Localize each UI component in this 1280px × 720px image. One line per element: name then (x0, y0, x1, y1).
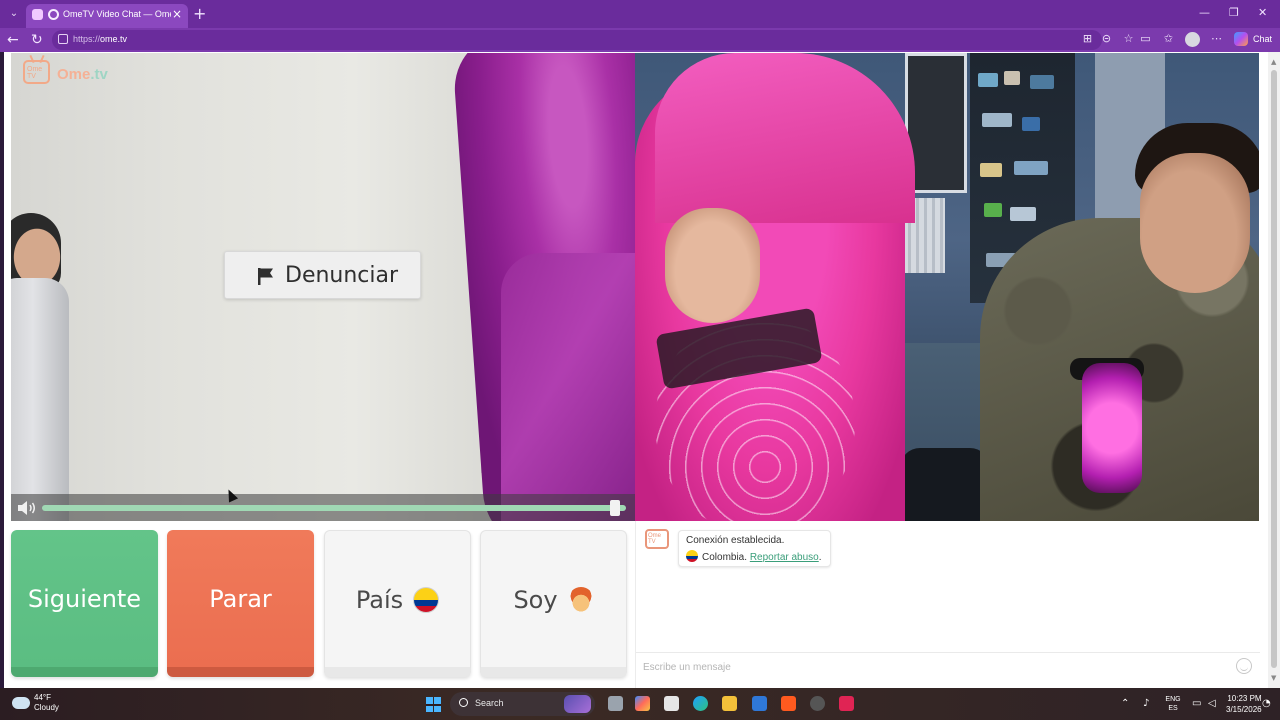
file-explorer-icon[interactable] (722, 696, 737, 711)
country-button-label: País (355, 586, 404, 614)
brave-browser-icon[interactable] (781, 696, 796, 711)
tiktok-icon[interactable] (839, 696, 854, 711)
outlook-icon[interactable] (752, 696, 767, 711)
taskbar-clock[interactable]: 10:23 PM 3/15/2026 (1226, 693, 1262, 715)
browser-toolbar: ← ↻ https://ome.tv ⊞ ⊝ ☆ ▭ ✩ ⋯ Chat (0, 28, 1280, 52)
country-filter-button[interactable]: País (324, 530, 471, 677)
partner-country: Colombia. (702, 552, 748, 563)
connection-status-text: Conexión establecida. (686, 535, 785, 546)
ometv-system-avatar-icon: Ome TV (645, 529, 669, 549)
speaker-icon[interactable] (17, 500, 37, 516)
new-tab-plus-icon[interactable]: + (193, 4, 206, 23)
tracking-prevention-icon[interactable]: ⊝ (1100, 32, 1113, 45)
emoji-smiley-icon[interactable] (1236, 658, 1252, 674)
notification-bell-icon[interactable]: ◔ (1262, 698, 1271, 709)
self-video (635, 53, 1259, 521)
stop-button-label: Parar (209, 585, 272, 613)
report-button[interactable]: Denunciar (224, 251, 421, 299)
input-language[interactable]: ENG ES (1163, 695, 1183, 713)
site-info-icon[interactable] (58, 34, 68, 44)
weather-widget[interactable]: 44°F Cloudy (34, 693, 59, 713)
store-icon[interactable] (664, 696, 679, 711)
volume-icon[interactable]: ◁ (1208, 698, 1216, 709)
next-button[interactable]: Siguiente (11, 530, 158, 677)
message-composer (636, 652, 1260, 680)
scrollbar-thumb[interactable] (1271, 70, 1277, 668)
copilot-icon[interactable] (1234, 32, 1248, 46)
browser-titlebar: ⌄ OmeTV Video Chat — Omegle × + — ❐ ✕ (0, 0, 1280, 28)
ometv-tv-icon: Ome TV (23, 54, 50, 84)
gender-button-label: Soy (513, 586, 558, 614)
boy-emoji-icon (567, 587, 594, 613)
tab-title: OmeTV Video Chat — Omegle (63, 9, 171, 19)
address-bar[interactable]: https://ome.tv (52, 30, 1102, 50)
refresh-icon[interactable]: ↻ (31, 32, 43, 48)
cloud-weather-icon[interactable] (12, 697, 30, 709)
profile-avatar[interactable] (1185, 32, 1200, 47)
back-arrow-icon[interactable]: ← (7, 32, 19, 48)
minimize-icon[interactable]: — (1199, 6, 1210, 19)
chat-panel: Ome TV Conexión establecida. Colombia. R… (635, 521, 1260, 688)
favorites-icon[interactable]: ✩ (1162, 32, 1175, 45)
chrome-icon[interactable] (810, 696, 825, 711)
search-icon (459, 698, 468, 707)
next-button-label: Siguiente (27, 585, 142, 613)
message-input[interactable] (643, 659, 1223, 675)
scroll-up-arrow-icon[interactable]: ▲ (1271, 58, 1276, 66)
copilot-app-icon[interactable] (635, 696, 650, 711)
browser-tab-ometv[interactable]: OmeTV Video Chat — Omegle × (26, 4, 188, 28)
colombia-flag-icon (686, 550, 698, 562)
volume-slider-handle[interactable] (610, 500, 621, 516)
network-icon[interactable]: ▭ (1192, 698, 1201, 709)
colombia-flag-icon (413, 587, 440, 613)
address-url[interactable]: https://ome.tv (73, 34, 127, 44)
task-view-icon[interactable] (608, 696, 623, 711)
show-hidden-icons-chevron-icon[interactable]: ⌃ (1121, 698, 1129, 709)
tab-close-icon[interactable]: × (172, 7, 182, 21)
windows-start-icon[interactable] (426, 697, 441, 712)
more-options-icon[interactable]: ⋯ (1210, 32, 1223, 45)
report-abuse-link[interactable]: Reportar abuso (750, 552, 819, 563)
tab-favicon-icon (48, 9, 59, 20)
split-screen-icon[interactable]: ▭ (1139, 32, 1152, 45)
search-highlight-icon (564, 695, 591, 713)
app-available-icon[interactable]: ⊞ (1081, 32, 1094, 45)
volume-bar (11, 494, 635, 521)
edge-browser-icon[interactable] (693, 696, 708, 711)
volume-slider[interactable] (42, 505, 626, 511)
report-button-label: Denunciar (285, 263, 399, 288)
windows-taskbar: 44°F Cloudy Search ⌃ ♪ ENG ES ▭ ◁ 10:23 PM… (0, 688, 1280, 720)
page-scrollbar[interactable]: ▲ ▼ (1268, 52, 1280, 688)
favorite-star-icon[interactable]: ☆ (1122, 32, 1135, 45)
taskbar-search[interactable]: Search (450, 692, 595, 716)
tab-collections-icon (32, 9, 43, 20)
window-close-icon[interactable]: ✕ (1258, 6, 1267, 19)
flag-icon (258, 268, 273, 285)
scroll-down-arrow-icon[interactable]: ▼ (1271, 674, 1276, 682)
copilot-chat-label[interactable]: Chat (1253, 34, 1272, 44)
tab-actions-chevron-icon[interactable]: ⌄ (6, 6, 22, 22)
system-message: Conexión establecida. Colombia. Reportar… (678, 530, 831, 567)
restore-icon[interactable]: ❐ (1229, 6, 1239, 19)
stop-button[interactable]: Parar (167, 530, 314, 677)
gender-select-button[interactable]: Soy (480, 530, 627, 677)
microphone-icon[interactable]: ♪ (1143, 698, 1149, 709)
